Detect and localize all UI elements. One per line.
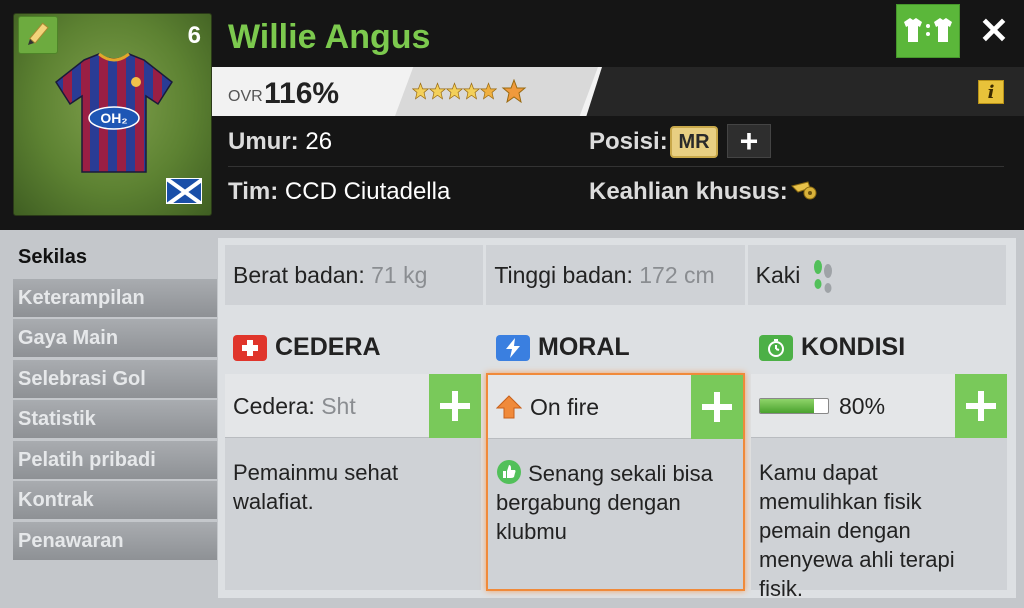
scotland-flag-icon bbox=[166, 178, 202, 204]
sidebar-item-selebrasi-gol[interactable]: Selebrasi Gol bbox=[13, 359, 217, 398]
injury-title-label: CEDERA bbox=[275, 333, 381, 361]
ovr-label: OVR bbox=[228, 88, 263, 105]
morale-value: On fire bbox=[530, 394, 600, 420]
sidebar-item-gaya-main[interactable]: Gaya Main bbox=[13, 319, 217, 357]
morale-description: Senang sekali bisa bergabung dengan klub… bbox=[496, 459, 735, 546]
position-row: Posisi: bbox=[589, 128, 668, 156]
sidebar-item-keterampilan[interactable]: Keterampilan bbox=[13, 278, 217, 317]
position-badge[interactable]: MR bbox=[670, 126, 718, 158]
sidebar-item-penawaran[interactable]: Penawaran bbox=[13, 521, 217, 560]
star-icon bbox=[501, 79, 527, 103]
height-stat: Tinggi badan: 172 cm bbox=[486, 245, 745, 305]
player-name: Willie Angus bbox=[228, 18, 431, 56]
injury-status: Cedera: Sht bbox=[233, 374, 356, 438]
weight-label: Berat badan: bbox=[233, 262, 365, 288]
sidebar-item-statistik[interactable]: Statistik bbox=[13, 400, 217, 438]
info-icon: i bbox=[987, 81, 995, 103]
age-value: 26 bbox=[305, 128, 333, 155]
height-label: Tinggi badan: bbox=[494, 262, 633, 288]
condition-title-label: KONDISI bbox=[801, 333, 906, 361]
player-card: 6 OH₂ bbox=[13, 13, 212, 216]
close-button[interactable]: ✕ bbox=[966, 4, 1022, 58]
info-button[interactable]: i bbox=[978, 80, 1004, 104]
ovr-bar: OVR 116% i bbox=[212, 67, 1024, 116]
shirt-number: 6 bbox=[187, 22, 201, 49]
specialty-label: Keahlian khusus: bbox=[589, 178, 788, 205]
condition-value: 80% bbox=[839, 393, 886, 419]
sidebar: Sekilas Keterampilan Gaya Main Selebrasi… bbox=[13, 238, 217, 562]
whistle-icon[interactable] bbox=[790, 180, 818, 202]
condition-bar: 80% bbox=[751, 374, 1007, 438]
edit-button[interactable] bbox=[18, 16, 58, 54]
sidebar-item-sekilas[interactable]: Sekilas bbox=[13, 238, 217, 276]
position-label: Posisi: bbox=[589, 128, 668, 155]
sidebar-item-pelatih-pribadi[interactable]: Pelatih pribadi bbox=[13, 440, 217, 479]
injury-bar: Cedera: Sht bbox=[225, 374, 481, 438]
pencil-icon bbox=[28, 22, 49, 45]
team-value: CCD Ciutadella bbox=[284, 178, 451, 205]
age-label: Umur: bbox=[228, 128, 299, 155]
condition-description: Kamu dapat memulihkan fisik pemain denga… bbox=[759, 460, 955, 601]
foot-icon bbox=[814, 260, 833, 293]
plus-icon bbox=[966, 391, 996, 421]
team-row: Tim: CCD Ciutadella bbox=[228, 178, 450, 206]
add-position-button[interactable]: + bbox=[727, 123, 771, 159]
height-value: 172 cm bbox=[639, 262, 715, 288]
star-rating bbox=[412, 79, 527, 103]
stopwatch-icon bbox=[759, 334, 793, 361]
svg-text:OH₂: OH₂ bbox=[100, 110, 127, 126]
medical-cross-icon bbox=[233, 334, 267, 361]
injury-label: Cedera: bbox=[233, 393, 315, 419]
jersey-compare-icon bbox=[904, 18, 952, 42]
weight-value: 71 kg bbox=[371, 262, 428, 288]
morale-description-text: Senang sekali bisa bergabung dengan klub… bbox=[496, 461, 713, 544]
morale-title: MORAL bbox=[496, 333, 630, 362]
foot-label: Kaki bbox=[755, 262, 801, 288]
compare-jersey-button[interactable] bbox=[896, 4, 960, 58]
star-icon bbox=[412, 82, 429, 100]
jersey-icon: OH₂ bbox=[55, 52, 173, 173]
morale-bar: On fire bbox=[488, 375, 743, 439]
star-icon bbox=[429, 82, 446, 100]
team-label: Tim: bbox=[228, 178, 279, 205]
injury-value: Sht bbox=[321, 393, 356, 419]
close-icon: ✕ bbox=[978, 10, 1010, 51]
arrow-up-icon bbox=[496, 395, 522, 419]
injury-description: Pemainmu sehat walafiat. bbox=[233, 460, 399, 514]
injury-title: CEDERA bbox=[233, 333, 381, 362]
sidebar-item-kontrak[interactable]: Kontrak bbox=[13, 481, 217, 519]
star-icon bbox=[480, 82, 497, 100]
divider bbox=[228, 166, 1004, 167]
morale-description-row: Senang sekali bisa bergabung dengan klub… bbox=[496, 459, 735, 546]
player-header: 6 OH₂ Willie Angus ✕ OVR 116% i Umur: 26… bbox=[0, 0, 1024, 230]
weight-stat: Berat badan: 71 kg bbox=[225, 245, 484, 305]
ovr-value: 116% bbox=[264, 77, 340, 110]
lightning-icon bbox=[496, 334, 530, 361]
morale-title-label: MORAL bbox=[538, 333, 630, 361]
condition-status: 80% bbox=[759, 374, 885, 438]
morale-status: On fire bbox=[496, 375, 599, 439]
injury-plus-button[interactable] bbox=[429, 374, 481, 438]
star-icon bbox=[463, 82, 480, 100]
condition-progress-bar bbox=[759, 398, 829, 414]
morale-panel: On fire Senang sekali bisa bergabung den… bbox=[486, 373, 745, 591]
plus-icon bbox=[440, 391, 470, 421]
condition-progress-fill bbox=[760, 399, 815, 413]
condition-panel: 80% Kamu dapat memulihkan fisik pemain d… bbox=[751, 374, 1007, 601]
condition-title: KONDISI bbox=[759, 333, 905, 362]
plus-icon bbox=[702, 392, 732, 422]
star-icon bbox=[446, 82, 463, 100]
foot-stat: Kaki bbox=[747, 245, 1006, 305]
condition-plus-button[interactable] bbox=[955, 374, 1007, 438]
injury-panel: Cedera: Sht Pemainmu sehat walafiat. bbox=[225, 374, 481, 590]
age-row: Umur: 26 bbox=[228, 128, 332, 156]
body-stats-row: Berat badan: 71 kg Tinggi badan: 172 cm … bbox=[225, 245, 1006, 305]
thumbs-up-icon bbox=[497, 460, 521, 484]
morale-plus-button[interactable] bbox=[691, 375, 743, 439]
specialty-row: Keahlian khusus: bbox=[589, 178, 788, 206]
